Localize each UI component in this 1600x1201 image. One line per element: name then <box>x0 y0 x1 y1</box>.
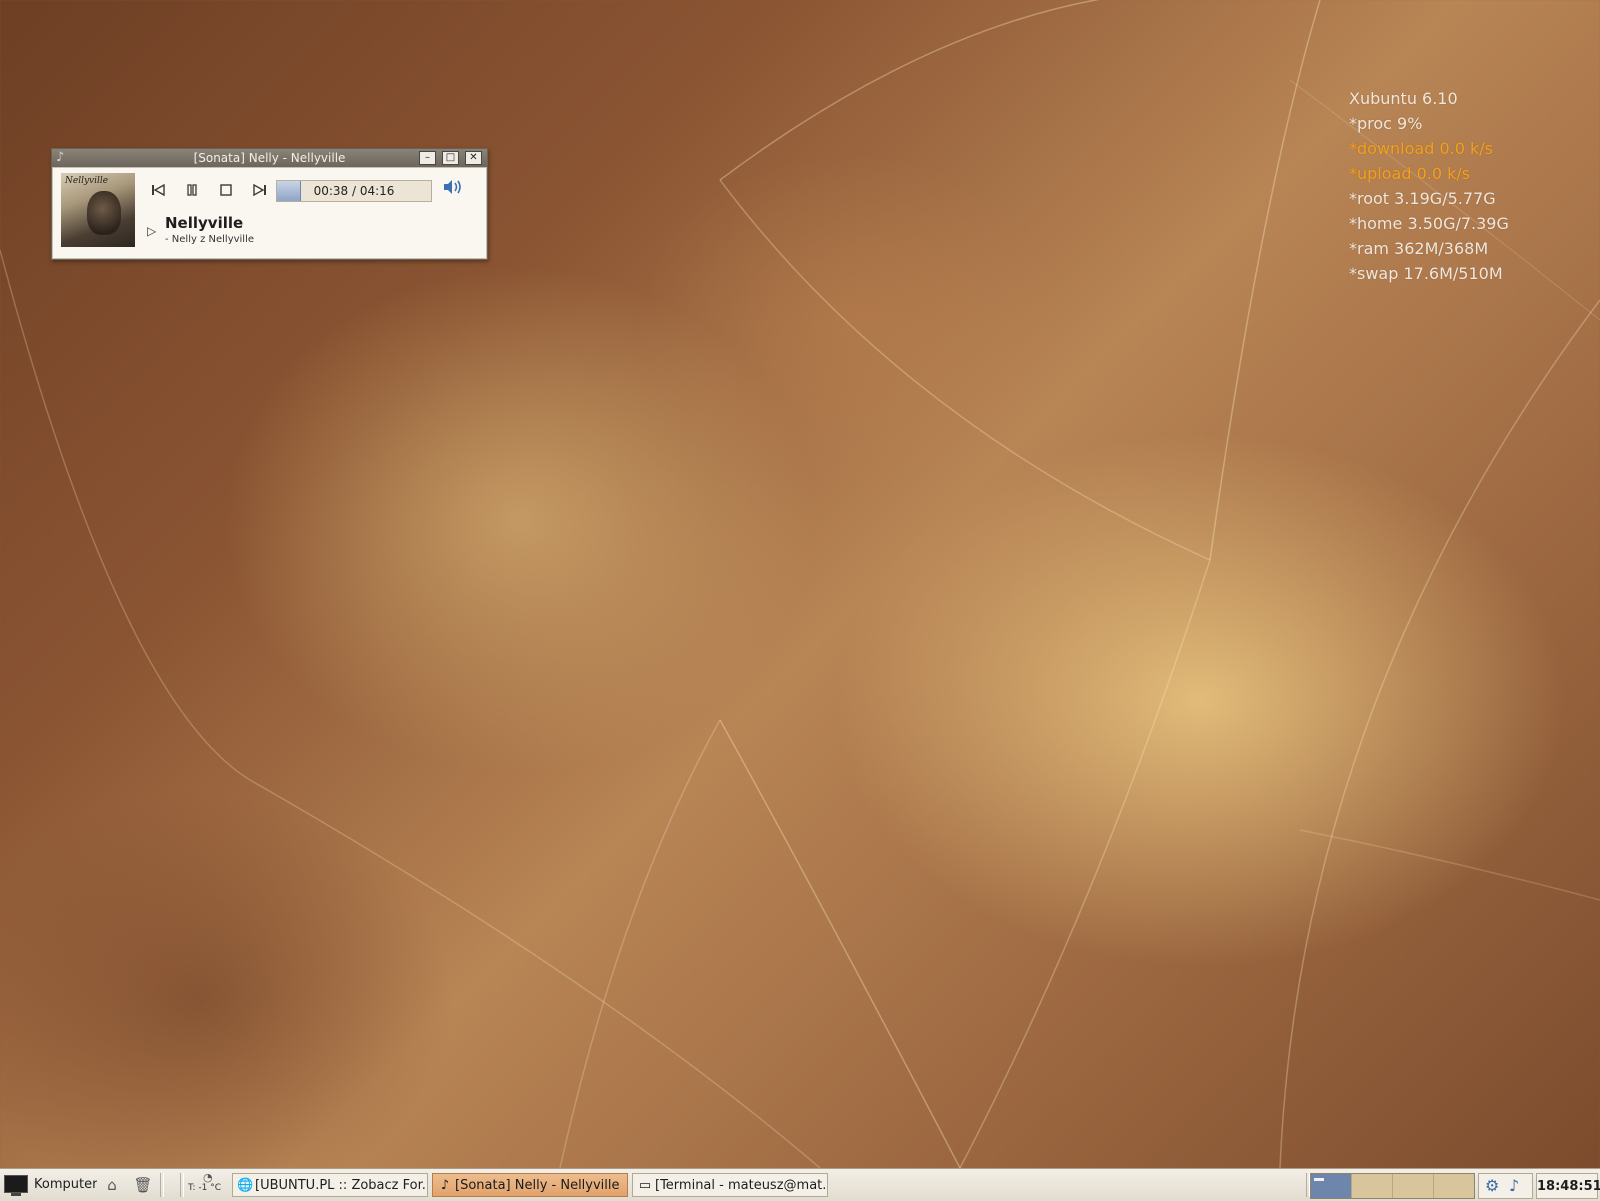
temperature-readout: T: -1 °C <box>188 1183 222 1193</box>
album-cover[interactable]: Nellyville <box>61 173 135 247</box>
pause-button[interactable] <box>177 179 207 207</box>
conky-home: *home 3.50G/7.39G <box>1349 214 1509 233</box>
terminal-icon: ▭ <box>638 1178 652 1193</box>
task-label: [Terminal - mateusz@mat... <box>655 1178 828 1193</box>
song-title: Nellyville <box>165 214 244 232</box>
workspace-1[interactable] <box>1311 1174 1352 1198</box>
conky-ram: *ram 362M/368M <box>1349 239 1489 258</box>
conky-download: *download 0.0 k/s <box>1349 139 1493 158</box>
stop-button[interactable] <box>211 179 241 207</box>
task-terminal[interactable]: ▭ [Terminal - mateusz@mat... <box>632 1173 828 1197</box>
music-note-icon: ♪ <box>440 1178 450 1193</box>
workspace-2[interactable] <box>1352 1174 1393 1198</box>
separator <box>160 1173 164 1197</box>
workspace-pager[interactable] <box>1310 1173 1475 1199</box>
workspace-window-thumb <box>1314 1178 1324 1181</box>
volume-button[interactable] <box>439 178 467 204</box>
workspace-3[interactable] <box>1393 1174 1434 1198</box>
task-browser[interactable]: 🌐 [UBUNTU.PL :: Zobacz For... <box>232 1173 428 1197</box>
conky-swap: *swap 17.6M/510M <box>1349 264 1503 283</box>
sonata-window[interactable]: ♪ [Sonata] Nelly - Nellyville – □ ✕ Nell… <box>51 148 488 260</box>
music-note-icon[interactable]: ♪ <box>1509 1175 1519 1197</box>
conky-monitor: Xubuntu 6.10 *proc 9% *download 0.0 k/s … <box>1349 86 1509 286</box>
taskbar: Komputer ⌂ 🗑 ◔ T: -1 °C 🌐 [UBUNTU.PL :: … <box>0 1168 1600 1201</box>
task-label: [UBUNTU.PL :: Zobacz For... <box>255 1178 428 1193</box>
window-titlebar[interactable]: ♪ [Sonata] Nelly - Nellyville – □ ✕ <box>52 149 487 167</box>
system-tray: ⚙ ♪ <box>1478 1173 1533 1199</box>
expander-toggle[interactable]: ▷ <box>147 224 156 238</box>
time-display: 00:38 / 04:16 <box>313 184 395 198</box>
volume-icon <box>444 180 461 194</box>
clock[interactable]: 18:48:51 <box>1536 1173 1600 1199</box>
next-icon <box>253 183 266 197</box>
album-cover-title: Nellyville <box>65 176 109 186</box>
previous-button[interactable] <box>143 179 173 207</box>
next-button[interactable] <box>245 179 275 207</box>
stop-icon <box>220 184 232 196</box>
minimize-button[interactable]: – <box>419 151 436 165</box>
pause-icon <box>187 184 197 196</box>
player-body: Nellyville 00:38 / 04:16 ▷ Nellyville - … <box>52 167 487 259</box>
conky-root: *root 3.19G/5.77G <box>1349 189 1496 208</box>
computer-icon[interactable] <box>4 1175 28 1196</box>
start-menu-label[interactable]: Komputer <box>34 1173 97 1197</box>
previous-icon <box>152 183 165 197</box>
conky-upload: *upload 0.0 k/s <box>1349 164 1471 183</box>
workspace-4[interactable] <box>1434 1174 1474 1198</box>
close-button[interactable]: ✕ <box>465 151 482 165</box>
song-artist-album: - Nelly z Nellyville <box>165 234 255 245</box>
conky-os: Xubuntu 6.10 <box>1349 89 1458 108</box>
maximize-button[interactable]: □ <box>442 151 459 165</box>
album-art-image <box>87 191 121 235</box>
conky-proc: *proc 9% <box>1349 114 1423 133</box>
network-icon[interactable]: ⚙ <box>1485 1175 1499 1197</box>
task-sonata[interactable]: ♪ [Sonata] Nelly - Nellyville <box>432 1173 628 1197</box>
globe-icon: 🌐 <box>237 1178 254 1193</box>
separator <box>180 1173 184 1197</box>
seek-bar[interactable]: 00:38 / 04:16 <box>276 180 432 202</box>
trash-icon[interactable]: 🗑 <box>132 1175 154 1195</box>
home-folder-icon[interactable]: ⌂ <box>101 1175 123 1195</box>
task-label: [Sonata] Nelly - Nellyville <box>455 1178 620 1193</box>
